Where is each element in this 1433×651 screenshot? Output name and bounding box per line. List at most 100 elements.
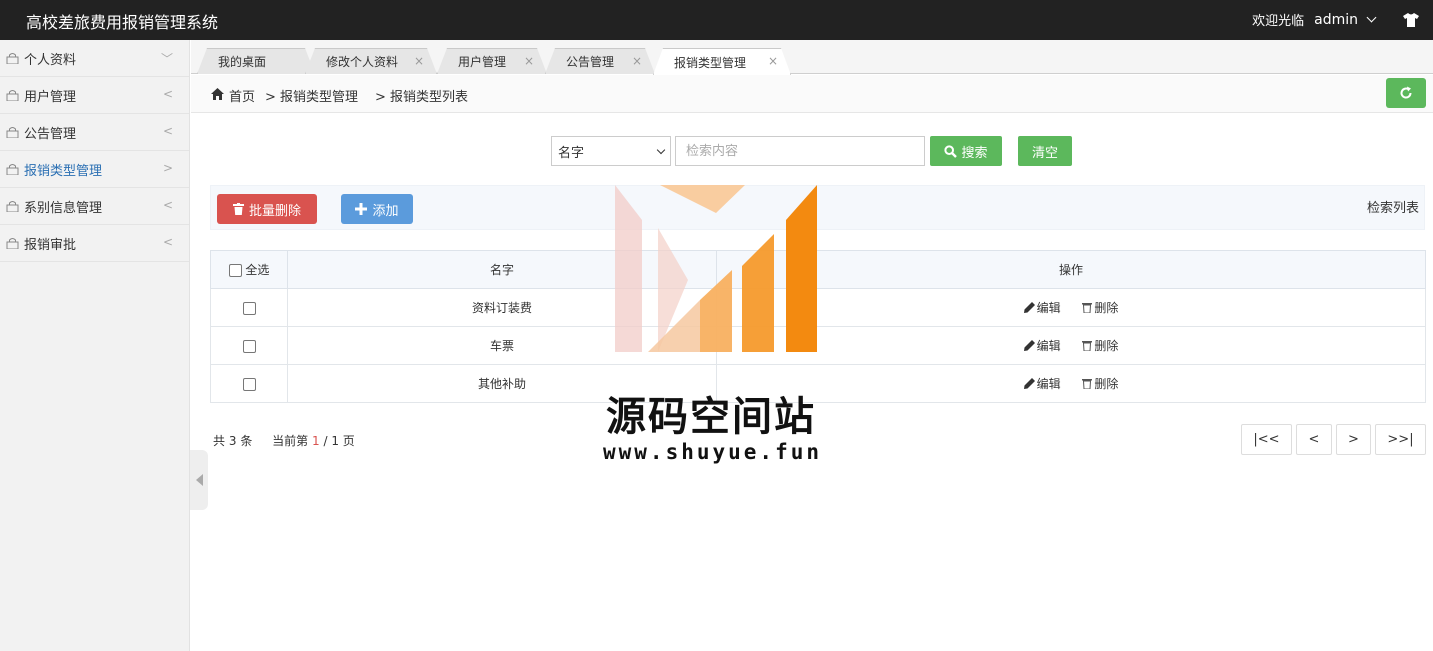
sidebar-item-profile[interactable]: 个人资料 ﹀ bbox=[0, 40, 189, 77]
delete-button[interactable]: 删除 bbox=[1082, 299, 1118, 316]
current-page: 1 bbox=[312, 434, 320, 448]
table-header-row: 全选 名字 操作 bbox=[210, 250, 1426, 289]
home-icon bbox=[211, 88, 224, 100]
top-header: 高校差旅费用报销管理系统 欢迎光临 admin bbox=[0, 0, 1433, 40]
tab-label: 我的桌面 bbox=[218, 55, 267, 69]
tab-notices[interactable]: 公告管理 × bbox=[545, 48, 655, 74]
lock-icon bbox=[6, 127, 19, 138]
total-suffix: 条 bbox=[240, 434, 253, 448]
username[interactable]: admin bbox=[1314, 12, 1358, 28]
breadcrumb-level2: > 报销类型列表 bbox=[375, 90, 469, 105]
prev-page-button[interactable]: < bbox=[1296, 424, 1332, 455]
row-checkbox[interactable] bbox=[242, 377, 256, 391]
chevron-down-icon[interactable] bbox=[1366, 12, 1377, 23]
sidebar: 个人资料 ﹀ 用户管理 < 公告管理 < 报销类型管理 > 系别信息管理 < 报… bbox=[0, 40, 190, 651]
row-checkbox[interactable] bbox=[242, 301, 256, 315]
welcome-text: 欢迎光临 bbox=[1252, 14, 1305, 29]
last-page-button[interactable]: >>| bbox=[1375, 424, 1426, 455]
table-row: 资料订装费 编辑 删除 bbox=[210, 288, 1426, 327]
edit-button[interactable]: 编辑 bbox=[1023, 337, 1061, 354]
tab-edit-profile[interactable]: 修改个人资料 × bbox=[305, 48, 437, 74]
tshirt-icon[interactable] bbox=[1403, 12, 1419, 27]
breadcrumb-home[interactable]: 首页 bbox=[229, 86, 255, 105]
current-page-label: 当前第 bbox=[272, 434, 309, 448]
search-input[interactable] bbox=[675, 136, 925, 166]
clear-button[interactable]: 清空 bbox=[1018, 136, 1072, 166]
first-page-button[interactable]: |<< bbox=[1241, 424, 1292, 455]
tab-label: 修改个人资料 bbox=[326, 55, 399, 69]
sidebar-collapse-handle[interactable] bbox=[190, 450, 208, 510]
action-bar: 批量删除 添加 检索列表 bbox=[210, 185, 1425, 230]
delete-label: 删除 bbox=[1094, 301, 1119, 315]
cell-name: 资料订装费 bbox=[287, 288, 717, 327]
breadcrumb: 首页 > 报销类型管理 > 报销类型列表 bbox=[191, 75, 1433, 113]
sidebar-item-label: 个人资料 bbox=[24, 52, 77, 68]
breadcrumb-level1[interactable]: > 报销类型管理 bbox=[265, 86, 358, 105]
tab-label: 公告管理 bbox=[566, 55, 615, 69]
refresh-button[interactable] bbox=[1386, 78, 1426, 108]
delete-button[interactable]: 删除 bbox=[1082, 375, 1118, 392]
column-header-name: 名字 bbox=[287, 250, 717, 289]
tab-label: 报销类型管理 bbox=[674, 55, 747, 70]
sidebar-item-label: 报销类型管理 bbox=[24, 163, 103, 179]
row-checkbox[interactable] bbox=[242, 339, 256, 353]
row-select-cell bbox=[210, 364, 288, 403]
edit-button[interactable]: 编辑 bbox=[1023, 299, 1061, 316]
close-icon[interactable]: × bbox=[414, 54, 424, 68]
tab-reimburse-types[interactable]: 报销类型管理 × bbox=[653, 48, 791, 75]
chevron-down-icon bbox=[656, 145, 666, 155]
search-field-select[interactable]: 名字 bbox=[551, 136, 671, 166]
trash-icon bbox=[1082, 303, 1093, 313]
sidebar-item-label: 系别信息管理 bbox=[24, 200, 103, 216]
lock-icon bbox=[6, 238, 19, 249]
plus-icon bbox=[355, 203, 368, 215]
select-all-header[interactable]: 全选 bbox=[210, 250, 288, 289]
batch-delete-label: 批量删除 bbox=[248, 203, 301, 219]
batch-delete-button[interactable]: 批量删除 bbox=[217, 194, 317, 224]
select-all-label: 全选 bbox=[245, 263, 270, 277]
clear-button-label: 清空 bbox=[1031, 145, 1058, 161]
lock-icon bbox=[6, 201, 19, 212]
row-select-cell bbox=[210, 288, 288, 327]
data-table: 全选 名字 操作 资料订装费 编辑 删除 车票 编辑 删除 其他补助 编辑 删除 bbox=[210, 250, 1426, 403]
total-count: 3 bbox=[228, 434, 237, 448]
edit-button[interactable]: 编辑 bbox=[1023, 375, 1061, 392]
watermark-title: 源码空间站 bbox=[606, 394, 816, 440]
close-icon[interactable]: × bbox=[632, 54, 642, 68]
lock-icon bbox=[6, 164, 19, 175]
lock-icon bbox=[6, 90, 19, 101]
sidebar-item-users[interactable]: 用户管理 < bbox=[0, 77, 189, 114]
edit-label: 编辑 bbox=[1036, 301, 1061, 315]
sidebar-item-approval[interactable]: 报销审批 < bbox=[0, 225, 189, 262]
search-button[interactable]: 搜索 bbox=[930, 136, 1002, 166]
sidebar-item-label: 公告管理 bbox=[24, 126, 77, 142]
close-icon[interactable]: × bbox=[524, 54, 534, 68]
sidebar-item-notices[interactable]: 公告管理 < bbox=[0, 114, 189, 151]
tab-label: 用户管理 bbox=[458, 55, 507, 69]
cell-ops: 编辑 删除 bbox=[716, 288, 1426, 327]
trash-icon bbox=[1082, 341, 1093, 351]
sidebar-item-reimburse-types[interactable]: 报销类型管理 > bbox=[0, 151, 189, 188]
sidebar-item-departments[interactable]: 系别信息管理 < bbox=[0, 188, 189, 225]
delete-label: 删除 bbox=[1094, 339, 1119, 353]
next-page-button[interactable]: > bbox=[1336, 424, 1371, 455]
select-all-checkbox[interactable] bbox=[228, 264, 242, 277]
user-menu[interactable]: 欢迎光临 admin bbox=[1252, 10, 1419, 29]
pencil-icon bbox=[1023, 378, 1035, 389]
tab-users[interactable]: 用户管理 × bbox=[437, 48, 547, 74]
tab-bar: 我的桌面 修改个人资料 × 用户管理 × 公告管理 × 报销类型管理 × bbox=[191, 40, 1433, 74]
pencil-icon bbox=[1023, 340, 1035, 351]
refresh-icon bbox=[1400, 86, 1412, 99]
table-row: 车票 编辑 删除 bbox=[210, 326, 1426, 365]
trash-icon bbox=[1082, 379, 1093, 389]
chevron-down-icon: ﹀ bbox=[160, 52, 173, 66]
add-button[interactable]: 添加 bbox=[341, 194, 413, 224]
close-icon[interactable]: × bbox=[768, 54, 778, 68]
page-total: / 1 页 bbox=[323, 434, 355, 448]
add-label: 添加 bbox=[372, 203, 399, 219]
delete-button[interactable]: 删除 bbox=[1082, 337, 1118, 354]
tab-desktop[interactable]: 我的桌面 bbox=[197, 48, 315, 74]
sidebar-item-label: 报销审批 bbox=[24, 237, 77, 253]
trash-icon bbox=[232, 203, 244, 215]
edit-label: 编辑 bbox=[1036, 377, 1061, 391]
